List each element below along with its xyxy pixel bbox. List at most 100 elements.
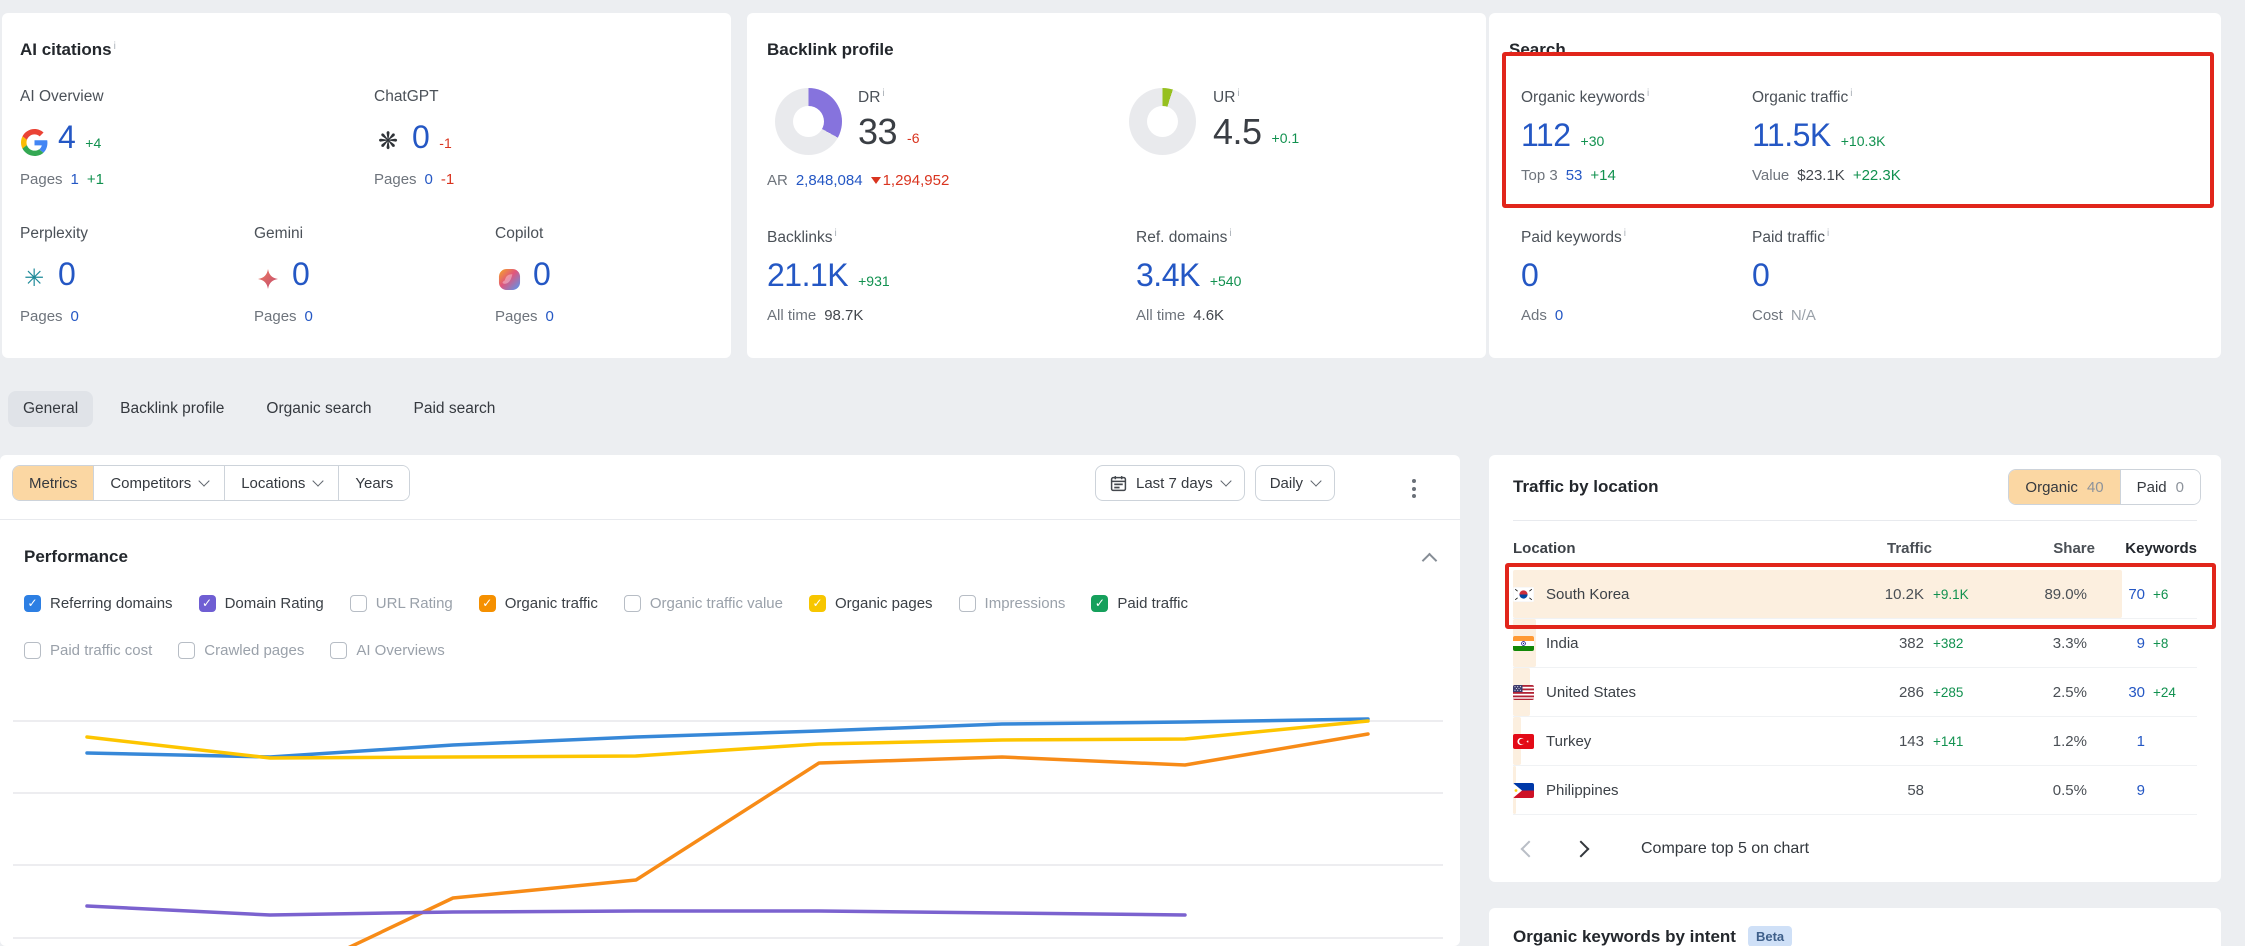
metric-toggle-impressions[interactable]: Impressions [959, 595, 1066, 612]
organic-traffic-value[interactable]: 11.5K [1752, 117, 1831, 154]
alltime-value: 98.7K [824, 307, 863, 324]
ads-value[interactable]: 0 [1555, 307, 1563, 324]
checkbox-unchecked-icon[interactable] [330, 642, 347, 659]
ref-domains-value[interactable]: 3.4K [1136, 257, 1200, 294]
keywords-value[interactable]: 30 [2087, 684, 2145, 701]
info-icon[interactable]: i [834, 228, 836, 239]
metric-toggle-paid-traffic[interactable]: ✓Paid traffic [1091, 595, 1188, 612]
info-icon[interactable]: i [1827, 228, 1829, 239]
info-icon[interactable]: i [1850, 88, 1852, 99]
top3-value[interactable]: 53 [1566, 167, 1583, 184]
location-name[interactable]: Philippines [1546, 782, 1619, 799]
location-row-united-states[interactable]: United States286+2852.5%30+24 [1513, 668, 2197, 717]
segment-competitors[interactable]: Competitors [94, 466, 225, 500]
checkbox-unchecked-icon[interactable] [178, 642, 195, 659]
info-icon[interactable]: i [1647, 88, 1649, 99]
location-row-india[interactable]: India382+3823.3%9+8 [1513, 619, 2197, 668]
info-icon[interactable]: i [1229, 228, 1231, 239]
keywords-delta: +24 [2145, 685, 2197, 700]
metric-toggle-organic-pages[interactable]: ✓ Organic pages [809, 595, 933, 612]
header-location[interactable]: Location [1513, 540, 1814, 557]
organic-keywords-value[interactable]: 112 [1521, 117, 1571, 154]
report-scope-segmented-control: Metrics Competitors Locations Years [12, 465, 410, 501]
segment-metrics[interactable]: Metrics [13, 466, 94, 500]
location-row-south-korea[interactable]: South Korea10.2K+9.1K89.0%70+6 [1513, 570, 2197, 619]
keywords-value[interactable]: 70 [2087, 586, 2145, 603]
toggle-organic[interactable]: Organic40 [2009, 470, 2120, 504]
metric-toggle-ai-overviews[interactable]: AI Overviews [330, 642, 444, 659]
checkbox-unchecked-icon[interactable] [350, 595, 367, 612]
metric-toggles-row-1: ✓Referring domains ✓Domain Rating URL Rati… [24, 588, 1420, 618]
metric-value[interactable]: 0 [58, 256, 75, 293]
checkbox-unchecked-icon[interactable] [24, 642, 41, 659]
chart-line-organic-pages [87, 721, 1368, 758]
ar-label: AR [767, 172, 788, 189]
metric-toggle-crawled-pages[interactable]: Crawled pages [178, 642, 304, 659]
location-name[interactable]: India [1546, 635, 1579, 652]
metric-value[interactable]: 0 [533, 256, 550, 293]
tab-general[interactable]: General [8, 391, 93, 427]
pages-value[interactable]: 0 [425, 171, 433, 188]
checkbox-checked-icon[interactable]: ✓ [24, 595, 41, 612]
metric-value[interactable]: 0 [412, 119, 429, 156]
metric-toggle-label: Organic pages [835, 595, 933, 612]
checkbox-unchecked-icon[interactable] [624, 595, 641, 612]
granularity-button[interactable]: Daily [1255, 465, 1335, 501]
metric-value[interactable]: 4 [58, 119, 75, 156]
collapse-section-button[interactable] [1422, 553, 1438, 569]
metric-value[interactable]: 0 [292, 256, 309, 293]
tab-backlink-profile[interactable]: Backlink profile [105, 391, 239, 427]
metric-delta: +4 [85, 135, 101, 156]
date-range-button[interactable]: Last 7 days [1095, 465, 1245, 501]
location-name[interactable]: South Korea [1546, 586, 1629, 603]
location-row-turkey[interactable]: Turkey143+1411.2%1 [1513, 717, 2197, 766]
keywords-value[interactable]: 9 [2087, 635, 2145, 652]
metric-toggle-url-rating[interactable]: URL Rating [350, 595, 453, 612]
keywords-delta: +8 [2145, 636, 2197, 651]
next-page-button[interactable] [1573, 841, 1590, 858]
pages-value[interactable]: 0 [546, 308, 554, 325]
paid-traffic-value[interactable]: 0 [1752, 257, 1769, 294]
toggle-paid[interactable]: Paid0 [2121, 470, 2200, 504]
info-icon[interactable]: i [114, 41, 116, 52]
pages-label: Pages [254, 308, 297, 325]
pages-value[interactable]: 0 [305, 308, 313, 325]
metric-toggle-referring-domains[interactable]: ✓Referring domains [24, 595, 173, 612]
location-row-philippines[interactable]: Philippines580.5%9 [1513, 766, 2197, 815]
ar-value[interactable]: 2,848,084 [796, 172, 863, 189]
tab-paid-search[interactable]: Paid search [399, 391, 511, 427]
prev-page-button[interactable] [1521, 841, 1538, 858]
compare-top5-link[interactable]: Compare top 5 on chart [1641, 840, 1809, 858]
keywords-by-intent-title: Organic keywords by intent [1513, 927, 1736, 946]
share-value: 89.0% [1993, 586, 2087, 603]
paid-keywords-value[interactable]: 0 [1521, 257, 1538, 294]
checkbox-checked-icon[interactable]: ✓ [809, 595, 826, 612]
backlinks-value[interactable]: 21.1K [767, 257, 848, 294]
more-options-button[interactable] [1406, 473, 1422, 504]
checkbox-unchecked-icon[interactable] [959, 595, 976, 612]
pages-value[interactable]: 0 [71, 308, 79, 325]
metric-toggle-paid-traffic-cost[interactable]: Paid traffic cost [24, 642, 152, 659]
info-icon[interactable]: i [882, 88, 884, 99]
flag-icon-ph [1513, 783, 1534, 798]
header-keywords[interactable]: Keywords [2095, 540, 2197, 557]
divider [1513, 520, 2197, 521]
metric-toggle-organic-traffic-value[interactable]: Organic traffic value [624, 595, 783, 612]
checkbox-checked-icon[interactable]: ✓ [1091, 595, 1108, 612]
location-name[interactable]: United States [1546, 684, 1636, 701]
checkbox-checked-icon[interactable]: ✓ [199, 595, 216, 612]
keywords-value[interactable]: 1 [2087, 733, 2145, 750]
metric-toggle-organic-traffic[interactable]: ✓Organic traffic [479, 595, 598, 612]
metric-toggle-domain-rating[interactable]: ✓Domain Rating [199, 595, 324, 612]
header-share[interactable]: Share [2001, 540, 2095, 557]
info-icon[interactable]: i [1624, 228, 1626, 239]
checkbox-checked-icon[interactable]: ✓ [479, 595, 496, 612]
pages-value[interactable]: 1 [71, 171, 79, 188]
header-traffic[interactable]: Traffic [1814, 540, 1932, 557]
tab-organic-search[interactable]: Organic search [251, 391, 386, 427]
keywords-value[interactable]: 9 [2087, 782, 2145, 799]
segment-years[interactable]: Years [339, 466, 409, 500]
segment-locations[interactable]: Locations [225, 466, 339, 500]
location-name[interactable]: Turkey [1546, 733, 1591, 750]
info-icon[interactable]: i [1237, 88, 1239, 99]
